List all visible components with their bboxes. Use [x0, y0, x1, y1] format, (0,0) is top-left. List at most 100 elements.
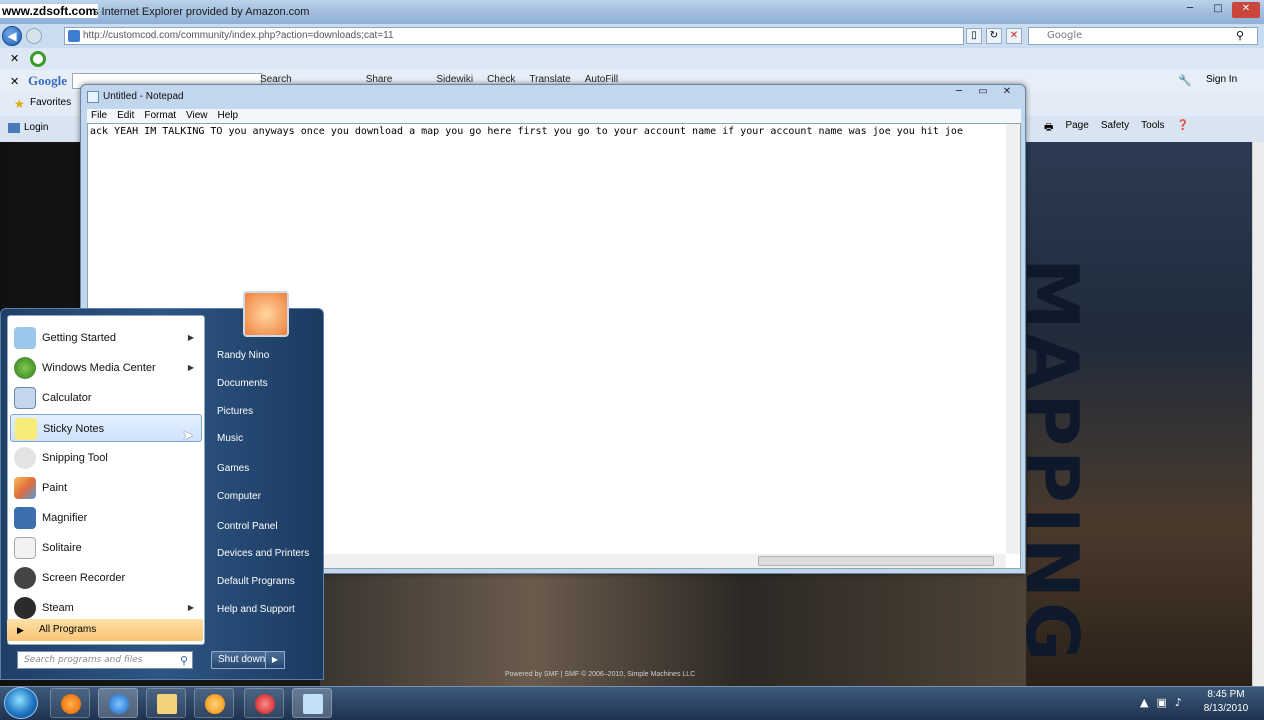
search-input[interactable]: Google [1028, 27, 1258, 45]
maximize-icon[interactable]: □ [1204, 2, 1232, 18]
start-right-user[interactable]: Randy Nino [211, 345, 319, 367]
start-item-getting-started[interactable]: Getting Started ▶ [10, 324, 202, 352]
tab-login[interactable]: Login [24, 122, 48, 133]
menu-file[interactable]: File [91, 109, 107, 123]
start-right-control-panel[interactable]: Control Panel [211, 516, 319, 538]
google-logo: Google [28, 73, 67, 88]
taskbar-explorer[interactable] [146, 688, 186, 718]
snipping-tool-icon [14, 447, 36, 469]
start-item-label: Steam [42, 602, 74, 614]
tools-menu[interactable]: Tools [1141, 120, 1164, 137]
start-right-documents[interactable]: Documents [211, 373, 319, 395]
start-item-solitaire[interactable]: Solitaire [10, 534, 202, 562]
tab-icon [8, 123, 20, 133]
start-item-sticky-notes[interactable]: Sticky Notes [10, 414, 202, 442]
close-icon[interactable]: ✕ [1232, 2, 1260, 18]
shutdown-options-icon[interactable]: ▶ [265, 651, 285, 669]
back-button[interactable]: ◀ [2, 26, 22, 46]
firefox-icon [61, 694, 81, 714]
scroll-thumb[interactable] [758, 556, 994, 566]
user-picture[interactable] [243, 291, 289, 337]
taskbar-media-player[interactable] [194, 688, 234, 718]
start-item-calculator[interactable]: Calculator [10, 384, 202, 412]
start-button[interactable] [4, 687, 38, 719]
start-item-steam[interactable]: Steam ▶ [10, 594, 202, 622]
start-right-devices[interactable]: Devices and Printers [211, 543, 319, 565]
start-right-games[interactable]: Games [211, 458, 319, 480]
minimize-icon[interactable]: ─ [1176, 2, 1204, 18]
ie-toolbar-row [0, 48, 1264, 70]
start-item-magnifier[interactable]: Magnifier [10, 504, 202, 532]
sticky-notes-icon [15, 418, 37, 440]
favorites-button[interactable]: Favorites [30, 97, 71, 108]
start-right-help[interactable]: Help and Support [211, 599, 319, 621]
page-artwork [320, 572, 1026, 686]
address-input[interactable]: http://customcod.com/community/index.php… [64, 27, 964, 45]
taskbar-firefox[interactable] [50, 688, 90, 718]
start-item-snipping-tool[interactable]: Snipping Tool [10, 444, 202, 472]
close-icon[interactable]: ✕ [995, 85, 1019, 101]
start-right-default-programs[interactable]: Default Programs [211, 571, 319, 593]
menu-help[interactable]: Help [218, 109, 239, 123]
compat-view-icon[interactable]: ▯ [966, 28, 982, 44]
safety-menu[interactable]: Safety [1101, 120, 1129, 137]
close-toolbar-icon[interactable]: ✕ [10, 52, 19, 65]
start-item-label: Calculator [42, 392, 92, 404]
start-item-label: Getting Started [42, 332, 116, 344]
sign-in-link[interactable]: Sign In [1206, 74, 1237, 85]
smf-credit[interactable]: Powered by SMF | SMF © 2006–2010, Simple… [505, 671, 695, 678]
notepad-window-controls: ─ ▭ ✕ [947, 85, 1019, 101]
wrench-icon[interactable]: 🔧 [1178, 74, 1192, 87]
start-item-media-center[interactable]: Windows Media Center ▶ [10, 354, 202, 382]
close-google-toolbar-icon[interactable]: ✕ [10, 75, 19, 88]
minimize-icon[interactable]: ─ [947, 85, 971, 101]
start-right-pictures[interactable]: Pictures [211, 401, 319, 423]
start-item-paint[interactable]: Paint [10, 474, 202, 502]
ie-icon [109, 694, 129, 714]
start-right-music[interactable]: Music [211, 428, 319, 450]
search-icon[interactable]: ⚲ [180, 653, 188, 669]
mouse-cursor-icon: ➤ [182, 428, 194, 444]
menu-edit[interactable]: Edit [117, 109, 134, 123]
taskbar-app[interactable] [244, 688, 284, 718]
forward-button[interactable] [26, 28, 42, 44]
start-item-label: Screen Recorder [42, 572, 126, 584]
start-search-input[interactable]: Search programs and files ⚲ [17, 651, 193, 669]
paint-icon [14, 477, 36, 499]
stop-icon[interactable]: ✕ [1006, 28, 1022, 44]
addon-icon[interactable] [30, 51, 46, 67]
calculator-icon [14, 387, 36, 409]
taskbar [0, 686, 1264, 720]
clock[interactable]: 8:45 PM 8/13/2010 [1196, 688, 1256, 716]
taskbar-internet-explorer[interactable] [98, 688, 138, 718]
chevron-right-icon: ▶ [17, 625, 24, 635]
notepad-icon [87, 91, 99, 103]
volume-icon[interactable]: ♪ [1175, 696, 1182, 709]
print-icon[interactable]: 🖶 [1044, 120, 1053, 137]
command-bar: 🖶 Page Safety Tools ❓ [1044, 120, 1189, 137]
page-icon [68, 30, 80, 42]
start-item-label: Windows Media Center [42, 362, 156, 374]
menu-view[interactable]: View [186, 109, 208, 123]
search-icon[interactable]: ⚲ [1236, 29, 1244, 42]
start-item-label: Sticky Notes [43, 423, 105, 435]
chevron-right-icon: ▶ [187, 333, 194, 342]
taskbar-notepad[interactable] [292, 688, 332, 718]
all-programs-button[interactable]: ▶ All Programs [7, 619, 203, 641]
start-item-screen-recorder[interactable]: Screen Recorder [10, 564, 202, 592]
network-icon[interactable]: ▣ [1156, 696, 1166, 709]
menu-format[interactable]: Format [144, 109, 176, 123]
page-menu[interactable]: Page [1065, 120, 1088, 137]
notepad-icon [303, 694, 323, 714]
clock-date: 8/13/2010 [1203, 703, 1249, 714]
start-right-computer[interactable]: Computer [211, 486, 319, 508]
refresh-icon[interactable]: ↻ [986, 28, 1002, 44]
solitaire-icon [14, 537, 36, 559]
show-hidden-icons-icon[interactable]: ▲ [1140, 696, 1148, 709]
notepad-vertical-scrollbar[interactable] [1006, 124, 1020, 554]
all-programs-label: All Programs [39, 624, 97, 635]
help-icon[interactable]: ❓ [1177, 120, 1189, 137]
page-scrollbar[interactable] [1252, 142, 1264, 686]
maximize-icon[interactable]: ▭ [971, 85, 995, 101]
start-menu: Getting Started ▶ Windows Media Center ▶… [0, 291, 324, 680]
